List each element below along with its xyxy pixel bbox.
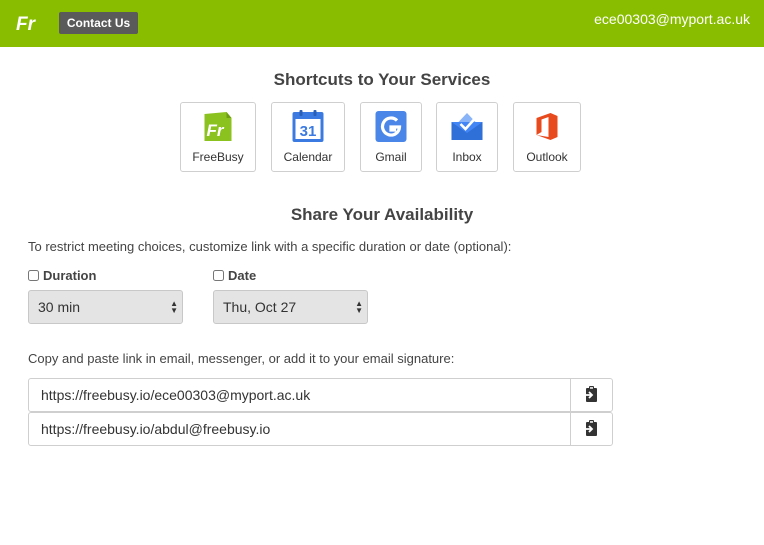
svg-text:Fr: Fr — [207, 121, 225, 140]
shortcut-outlook[interactable]: Outlook — [513, 102, 581, 172]
date-label: Date — [228, 268, 257, 283]
copy-instruction: Copy and paste link in email, messenger,… — [28, 351, 455, 366]
shortcut-calendar[interactable]: 31 Calendar — [271, 102, 345, 172]
link-url[interactable]: https://freebusy.io/ece00303@myport.ac.u… — [41, 379, 310, 411]
date-checkbox[interactable] — [213, 270, 224, 281]
duration-select[interactable]: 30 min ▲ ▼ — [28, 290, 183, 324]
freebusy-icon: Fr — [204, 112, 232, 141]
shortcut-label: Calendar — [283, 150, 333, 164]
shortcut-inbox[interactable]: Inbox — [436, 102, 498, 172]
inbox-icon — [451, 113, 483, 140]
shortcut-freebusy[interactable]: Fr FreeBusy — [180, 102, 256, 172]
date-value: Thu, Oct 27 — [223, 299, 297, 315]
copy-link-button[interactable] — [570, 413, 612, 445]
share-availability-title: Share Your Availability — [290, 205, 474, 224]
freebusy-logo-icon[interactable]: Fr — [16, 12, 40, 34]
date-option[interactable]: Date — [213, 268, 256, 283]
shortcut-label: FreeBusy — [192, 150, 244, 164]
duration-value: 30 min — [38, 299, 81, 315]
link-field[interactable]: https://freebusy.io/ece00303@myport.ac.u… — [28, 378, 613, 412]
duration-checkbox[interactable] — [28, 270, 39, 281]
shortcut-label: Outlook — [526, 150, 568, 164]
shortcut-label: Gmail — [375, 150, 407, 164]
user-email[interactable]: ece00303@myport.ac.uk — [594, 11, 750, 27]
office-icon — [536, 113, 558, 140]
duration-label: Duration — [43, 268, 97, 283]
clipboard-icon — [584, 386, 597, 402]
shortcuts-title: Shortcuts to Your Services — [273, 70, 491, 89]
restrict-instruction: To restrict meeting choices, customize l… — [28, 239, 512, 254]
calendar-day-number: 31 — [300, 123, 317, 140]
select-arrows-icon: ▲ ▼ — [170, 299, 178, 315]
google-calendar-icon: 31 — [292, 110, 324, 142]
link-field[interactable]: https://freebusy.io/abdul@freebusy.io — [28, 412, 613, 446]
link-url[interactable]: https://freebusy.io/abdul@freebusy.io — [41, 413, 270, 445]
copy-link-button[interactable] — [570, 379, 612, 411]
clipboard-icon — [584, 420, 597, 436]
select-arrows-icon: ▲ ▼ — [355, 299, 363, 315]
top-bar: Fr Contact Us ece00303@myport.ac.uk — [0, 0, 764, 47]
duration-option[interactable]: Duration — [28, 268, 96, 283]
shortcut-gmail[interactable]: Gmail — [360, 102, 422, 172]
svg-text:Fr: Fr — [16, 14, 37, 34]
shortcut-label: Inbox — [452, 150, 482, 164]
contact-us-button[interactable]: Contact Us — [59, 12, 138, 34]
date-select[interactable]: Thu, Oct 27 ▲ ▼ — [213, 290, 368, 324]
google-icon — [375, 111, 407, 142]
